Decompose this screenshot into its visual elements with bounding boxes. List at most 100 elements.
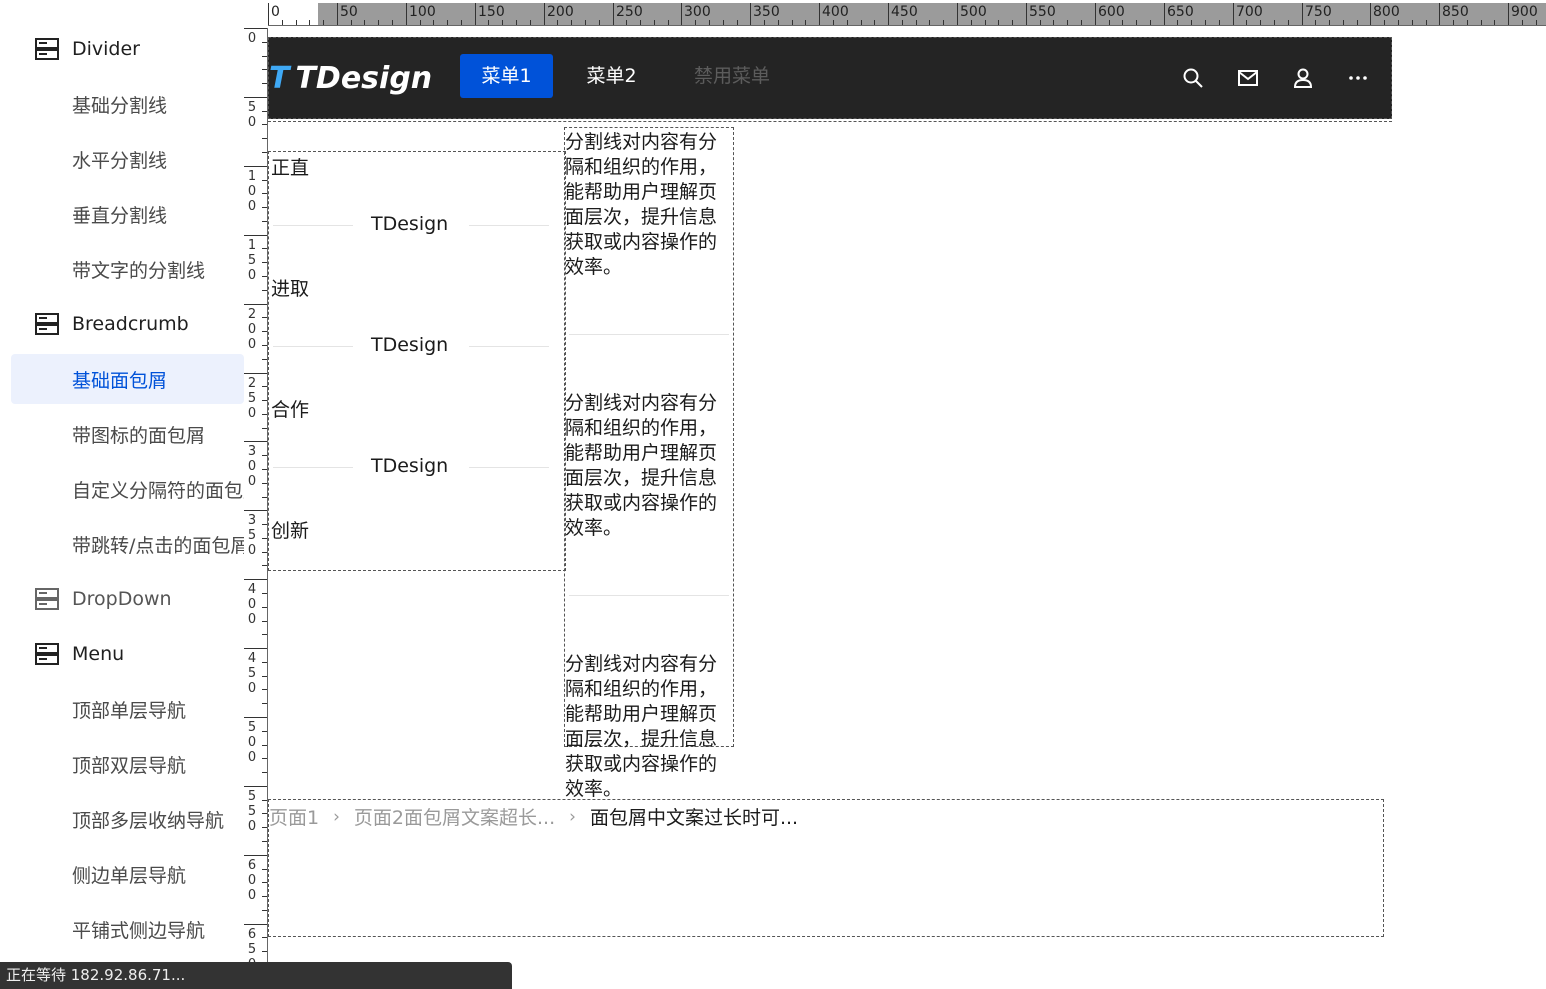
- divider-text-demo: 正直 TDesign 进取 TDesign 合作 TDesign 创新: [268, 151, 566, 571]
- paragraph-line: 面层次，提升信息: [565, 206, 718, 228]
- ruler-label: 650: [1167, 4, 1194, 20]
- sidebar-group-label: Breadcrumb: [72, 313, 189, 335]
- ruler-label: 400: [247, 582, 257, 627]
- sidebar-item-side-single-nav[interactable]: 侧边单层导航: [0, 849, 244, 899]
- ruler-label: 800: [1373, 4, 1400, 20]
- paragraph-line: 分割线对内容有分: [565, 392, 718, 414]
- paragraph-line: 隔和组织的作用，: [565, 156, 718, 178]
- horizontal-divider: [268, 121, 1392, 122]
- sidebar-group-label: DropDown: [72, 588, 172, 610]
- menu-item-1[interactable]: 菜单1: [460, 54, 553, 98]
- ruler-label: 300: [684, 4, 711, 20]
- sidebar-item-vertical-divider[interactable]: 垂直分割线: [0, 189, 244, 239]
- sidebar-item-top-multi-nav[interactable]: 顶部多层收纳导航: [0, 794, 244, 844]
- ruler-label: 400: [822, 4, 849, 20]
- paragraph-line: 获取或内容操作的: [565, 753, 718, 775]
- breadcrumb: 页面1 › 页面2面包屑文案超长... › 面包屑中文案过长时可...: [269, 803, 798, 830]
- demo-word: 合作: [271, 399, 310, 421]
- ruler-label: 450: [891, 4, 918, 20]
- paragraph: 分割线对内容有分 隔和组织的作用， 能帮助用户理解页 面层次，提升信息 获取或内…: [565, 391, 729, 541]
- text-divider: TDesign: [273, 334, 549, 358]
- server-icon: [35, 588, 59, 610]
- sidebar-group-divider[interactable]: Divider: [0, 24, 244, 74]
- ruler-label: 200: [247, 307, 257, 352]
- breadcrumb-demo: 页面1 › 页面2面包屑文案超长... › 面包屑中文案过长时可...: [268, 799, 1384, 937]
- sidebar-item-top-double-nav[interactable]: 顶部双层导航: [0, 739, 244, 789]
- menu-item-2[interactable]: 菜单2: [565, 54, 658, 98]
- ruler-label: 550: [1029, 4, 1056, 20]
- ruler-label: 600: [247, 858, 257, 903]
- divider-label: TDesign: [371, 334, 449, 356]
- paragraph-line: 隔和组织的作用，: [565, 678, 718, 700]
- ruler-label: 600: [1098, 4, 1125, 20]
- sidebar-group-menu[interactable]: Menu: [0, 629, 244, 679]
- mail-icon[interactable]: [1236, 66, 1260, 90]
- ruler-label: 100: [409, 4, 436, 20]
- paragraph-line: 隔和组织的作用，: [565, 417, 718, 439]
- sidebar-item-basic-divider[interactable]: 基础分割线: [0, 79, 244, 129]
- ruler-label: 750: [1305, 4, 1332, 20]
- more-icon[interactable]: [1346, 66, 1370, 90]
- ruler-label: 900: [1511, 4, 1538, 20]
- paragraph-line: 面层次，提升信息: [565, 728, 718, 750]
- sidebar-item-icon-breadcrumb[interactable]: 带图标的面包屑: [0, 409, 244, 459]
- breadcrumb-item-current: 面包屑中文案过长时可...: [589, 807, 799, 829]
- sidebar-item-horizontal-divider[interactable]: 水平分割线: [0, 134, 244, 184]
- paragraph-line: 能帮助用户理解页: [565, 703, 718, 725]
- ruler-label: 350: [753, 4, 780, 20]
- ruler-label: 100: [247, 169, 257, 214]
- paragraph-line: 获取或内容操作的: [565, 492, 718, 514]
- ruler-label: 700: [1236, 4, 1263, 20]
- sidebar-item-click-breadcrumb[interactable]: 带跳转/点击的面包屑: [0, 519, 244, 569]
- sidebar-item-basic-breadcrumb[interactable]: 基础面包屑: [11, 354, 244, 404]
- ruler-label: 150: [247, 238, 257, 283]
- ruler-label: 200: [547, 4, 574, 20]
- logo-text: TDesign: [295, 60, 433, 96]
- divider: [569, 334, 729, 335]
- user-icon[interactable]: [1291, 66, 1315, 90]
- ruler-label: 450: [247, 651, 257, 696]
- sidebar-item-flat-side-nav[interactable]: 平铺式侧边导航: [0, 904, 244, 954]
- paragraph-line: 效率。: [565, 517, 623, 539]
- paragraph-line: 获取或内容操作的: [565, 231, 718, 253]
- ruler-horizontal: 0 50 100 150 200 250 300 350 400 450 500 550 600 650 7…: [268, 3, 1546, 26]
- ruler-label: 150: [478, 4, 505, 20]
- breadcrumb-item[interactable]: 页面2面包屑文案超长...: [354, 803, 555, 830]
- ruler-vertical: 050100150200250300350400450500550600650: [244, 28, 268, 968]
- menu-item-disabled: 禁用菜单: [693, 65, 770, 87]
- paragraph-line: 分割线对内容有分: [565, 653, 718, 675]
- breadcrumb-item[interactable]: 页面1: [269, 803, 319, 830]
- sidebar-item-top-single-nav[interactable]: 顶部单层导航: [0, 684, 244, 734]
- ruler-label: 500: [247, 720, 257, 765]
- ruler-label: 350: [247, 513, 257, 558]
- ruler-label: 0: [271, 4, 280, 20]
- server-icon: [35, 643, 59, 665]
- sidebar-item-custom-separator-breadcrumb[interactable]: 自定义分隔符的面包屑: [0, 464, 244, 514]
- preview-canvas: T TDesign 菜单1 菜单2 禁用菜单 正直 TDesign 进取 TDe…: [268, 28, 1546, 968]
- ruler-label: 250: [616, 4, 643, 20]
- sidebar-group-dropdown[interactable]: DropDown: [0, 574, 244, 624]
- sidebar-group-label: Divider: [72, 38, 140, 60]
- sidebar-group-label: Menu: [72, 643, 125, 665]
- paragraph: 分割线对内容有分 隔和组织的作用， 能帮助用户理解页 面层次，提升信息 获取或内…: [565, 130, 729, 280]
- logo-mark: T: [269, 60, 290, 96]
- paragraph-line: 分割线对内容有分: [565, 131, 718, 153]
- ruler-label: 500: [960, 4, 987, 20]
- sidebar-group-breadcrumb[interactable]: Breadcrumb: [0, 299, 244, 349]
- demo-word: 创新: [271, 520, 310, 542]
- divider-label: TDesign: [371, 455, 449, 477]
- paragraph-line: 能帮助用户理解页: [565, 181, 718, 203]
- status-bar: 正在等待 182.92.86.71...: [0, 962, 512, 989]
- divider: [569, 595, 729, 596]
- server-icon: [35, 313, 59, 335]
- ruler-label: 300: [247, 444, 257, 489]
- sidebar: Divider 基础分割线 水平分割线 垂直分割线 带文字的分割线 Breadc…: [0, 0, 244, 989]
- sidebar-item-text-divider[interactable]: 带文字的分割线: [0, 244, 244, 294]
- divider-label: TDesign: [371, 213, 449, 235]
- chevron-right-icon: ›: [333, 806, 340, 827]
- text-divider: TDesign: [273, 455, 549, 479]
- ruler-label: 0: [247, 31, 257, 46]
- demo-word: 正直: [271, 157, 310, 179]
- ruler-label: 50: [340, 4, 358, 20]
- search-icon[interactable]: [1181, 66, 1205, 90]
